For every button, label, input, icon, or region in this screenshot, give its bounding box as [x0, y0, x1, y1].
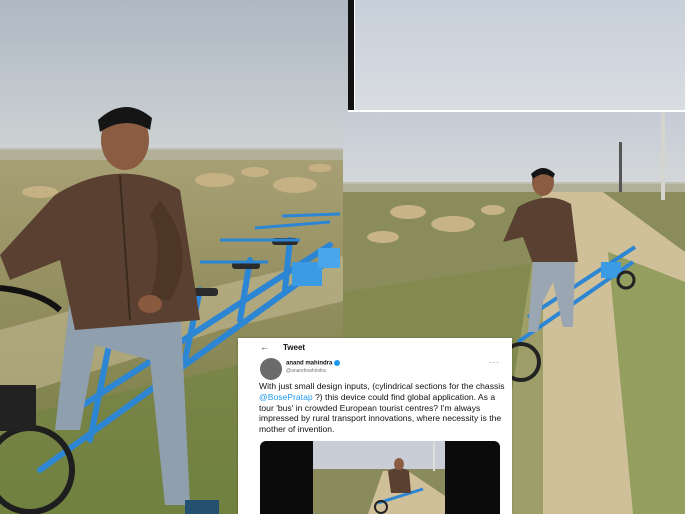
tweet-card: ← Tweet anand mahindra @anandmahindra ··…	[238, 338, 512, 514]
more-icon[interactable]: ···	[489, 358, 500, 367]
tweet-header: ← Tweet	[238, 338, 512, 356]
mention-link[interactable]: @BosePratap	[259, 392, 313, 402]
tweet-text-part: With just small design inputs, (cylindri…	[259, 381, 505, 391]
arrow-left-icon[interactable]: ←	[260, 342, 269, 352]
verified-icon	[334, 360, 341, 366]
author-name[interactable]: anand mahindra	[286, 360, 341, 367]
tweet-text: With just small design inputs, (cylindri…	[259, 381, 509, 435]
author-handle[interactable]: @anandmahindra	[286, 368, 326, 374]
divider-vertical	[348, 0, 354, 110]
photo-top-right-sky	[355, 0, 685, 110]
video-thumbnail[interactable]	[260, 441, 500, 514]
avatar[interactable]	[260, 358, 282, 380]
tweet-header-title: Tweet	[283, 343, 306, 352]
author-name-text: anand mahindra	[286, 360, 333, 367]
video-frame	[313, 441, 445, 514]
